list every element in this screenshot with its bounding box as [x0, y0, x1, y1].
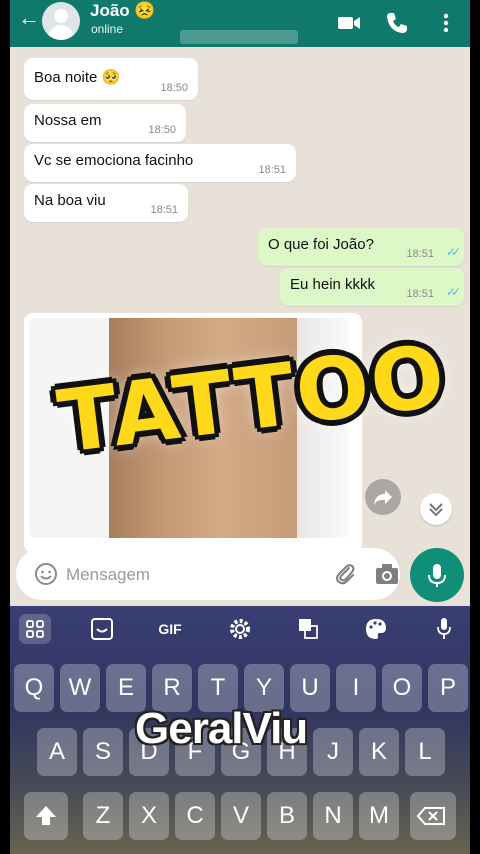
- key-j[interactable]: J: [313, 728, 353, 776]
- key-l[interactable]: L: [405, 728, 445, 776]
- key-q[interactable]: Q: [14, 664, 54, 712]
- phone-icon[interactable]: [383, 9, 411, 37]
- message-input[interactable]: Mensagem: [16, 548, 400, 600]
- key-p[interactable]: P: [428, 664, 468, 712]
- key-s[interactable]: S: [83, 728, 123, 776]
- mic-icon[interactable]: [424, 614, 464, 644]
- avatar[interactable]: [42, 2, 80, 40]
- gif-button[interactable]: GIF: [150, 614, 190, 644]
- key-n[interactable]: N: [313, 792, 353, 840]
- apps-icon[interactable]: [15, 614, 55, 644]
- mic-button[interactable]: [410, 548, 464, 602]
- contact-name[interactable]: João 😣: [90, 1, 156, 21]
- key-a[interactable]: A: [37, 728, 77, 776]
- read-ticks-icon: ✓✓: [445, 285, 461, 299]
- key-i[interactable]: I: [336, 664, 376, 712]
- backspace-icon[interactable]: [410, 792, 456, 840]
- message-time: 18:51: [258, 164, 286, 176]
- forward-icon[interactable]: [365, 479, 401, 515]
- arrow-left-icon[interactable]: ←: [18, 7, 40, 29]
- emoji-icon[interactable]: [34, 562, 58, 586]
- key-w[interactable]: W: [60, 664, 100, 712]
- message-time: 18:51: [406, 288, 434, 300]
- message-text: Boa noite 🥺: [34, 69, 121, 86]
- message-placeholder: Mensagem: [66, 565, 151, 584]
- camera-icon[interactable]: [374, 561, 400, 587]
- message-bubble-incoming[interactable]: Na boa viu 18:51: [24, 184, 188, 222]
- message-bubble-incoming[interactable]: Vc se emociona facinho 18:51: [24, 144, 296, 182]
- message-bubble-outgoing[interactable]: Eu hein kkkk 18:51 ✓✓: [280, 268, 464, 306]
- watermark-text: GeralViu: [135, 704, 308, 753]
- message-time: 18:50: [160, 82, 188, 94]
- message-time: 18:51: [150, 204, 178, 216]
- message-time: 18:51: [406, 248, 434, 260]
- key-m[interactable]: M: [359, 792, 399, 840]
- key-x[interactable]: X: [129, 792, 169, 840]
- message-bubble-outgoing[interactable]: O que foi João? 18:51 ✓✓: [258, 228, 464, 266]
- message-bubble-incoming[interactable]: Boa noite 🥺 18:50: [24, 58, 198, 100]
- read-ticks-icon: ✓✓: [445, 245, 461, 259]
- contact-status: online: [91, 22, 124, 36]
- key-k[interactable]: K: [359, 728, 399, 776]
- attach-icon[interactable]: [332, 561, 358, 587]
- blurred-region: [180, 30, 298, 44]
- message-text: Vc se emociona facinho: [34, 152, 194, 169]
- palette-icon[interactable]: [356, 614, 396, 644]
- translate-icon[interactable]: [288, 614, 328, 644]
- key-o[interactable]: O: [382, 664, 422, 712]
- key-v[interactable]: V: [221, 792, 261, 840]
- message-text: Nossa em: [34, 112, 102, 129]
- key-z[interactable]: Z: [83, 792, 123, 840]
- settings-icon[interactable]: [220, 614, 260, 644]
- keyboard-toolbar: GIF: [10, 606, 470, 652]
- video-call-icon[interactable]: [335, 9, 363, 37]
- chat-header: ← João 😣 online: [10, 0, 470, 47]
- key-b[interactable]: B: [267, 792, 307, 840]
- more-vert-icon[interactable]: [432, 9, 460, 37]
- sticker-icon[interactable]: [82, 614, 122, 644]
- shift-icon[interactable]: [24, 792, 68, 840]
- message-text: Eu hein kkkk: [290, 276, 376, 293]
- chevron-down-icon[interactable]: [420, 493, 452, 525]
- keyboard: GIF Q W E R T Y U I O P A S D F G H J K …: [10, 606, 470, 854]
- message-bubble-incoming[interactable]: Nossa em 18:50: [24, 104, 186, 142]
- message-time: 18:50: [148, 124, 176, 136]
- key-c[interactable]: C: [175, 792, 215, 840]
- message-text: O que foi João?: [268, 236, 374, 253]
- phone-screen: ← João 😣 online Boa noite 🥺 18:50 Nossa …: [10, 0, 470, 854]
- message-text: Na boa viu: [34, 192, 106, 209]
